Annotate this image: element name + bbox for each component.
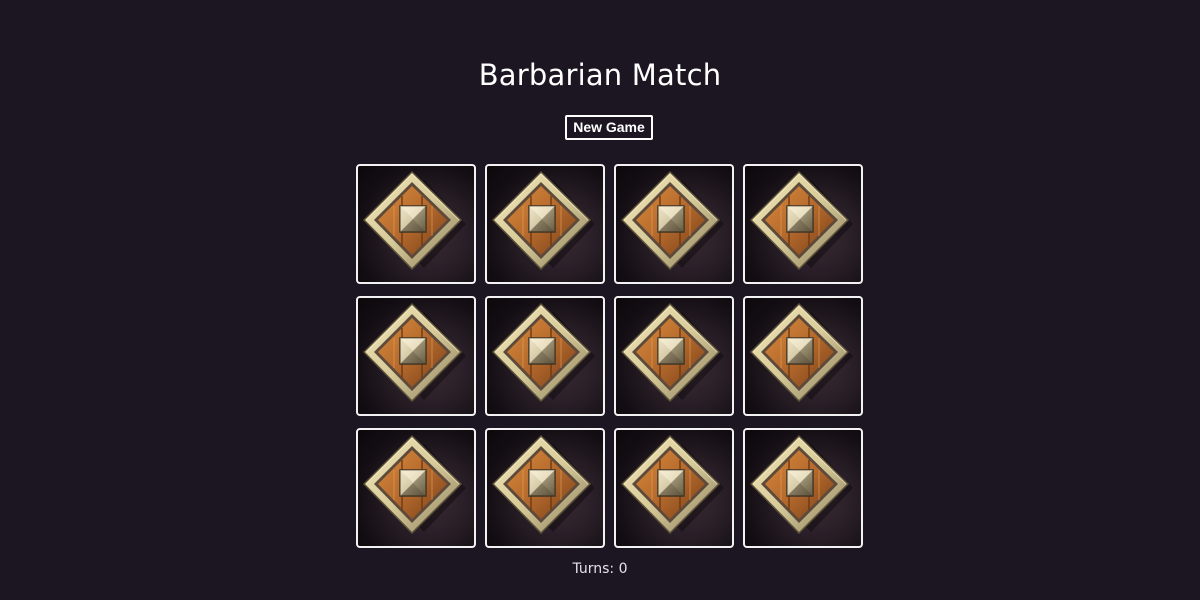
memory-card[interactable] [356, 428, 476, 548]
new-game-button[interactable]: New Game [565, 115, 653, 140]
memory-card[interactable] [743, 428, 863, 548]
memory-card[interactable] [743, 164, 863, 284]
game-app: Barbarian Match New Game Turns: 0 [0, 0, 1200, 600]
turns-counter: Turns: 0 [0, 561, 1200, 577]
memory-card[interactable] [485, 296, 605, 416]
memory-card[interactable] [614, 428, 734, 548]
turns-value: 0 [618, 561, 628, 577]
memory-card[interactable] [356, 164, 476, 284]
game-title: Barbarian Match [478, 58, 722, 92]
memory-card[interactable] [614, 164, 734, 284]
card-grid [356, 164, 864, 548]
turns-label: Turns: [572, 561, 615, 577]
memory-card[interactable] [356, 296, 476, 416]
memory-card[interactable] [485, 428, 605, 548]
memory-card[interactable] [485, 164, 605, 284]
memory-card[interactable] [743, 296, 863, 416]
memory-card[interactable] [614, 296, 734, 416]
